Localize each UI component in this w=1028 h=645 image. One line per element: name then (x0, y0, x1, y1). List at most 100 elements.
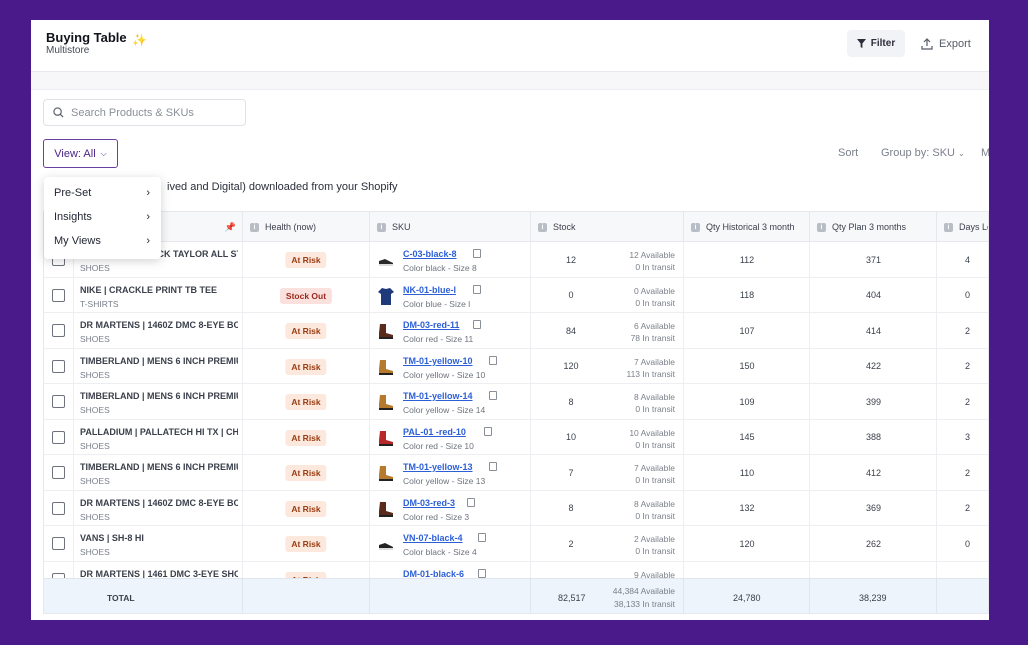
product-thumbnail (379, 395, 393, 410)
th-stock[interactable]: i Stock (530, 212, 683, 242)
menu-item-insights[interactable]: Insights › (44, 205, 161, 229)
qty-plan-cell: 414 (809, 313, 936, 349)
row-checkbox[interactable] (52, 430, 65, 444)
menu-item-my-views[interactable]: My Views › (44, 229, 161, 253)
product-category: T-SHIRTS (80, 298, 119, 309)
product-cell[interactable]: TIMBERLAND | MENS 6 INCH PREMIUM BOOT SHO… (73, 455, 242, 491)
sku-link[interactable]: C-03-black-8 (403, 249, 457, 259)
product-cell[interactable]: NIKE | CRACKLE PRINT TB TEE T-SHIRTS (73, 277, 242, 313)
th-qty-plan[interactable]: i Qty Plan 3 months (809, 212, 936, 242)
sku-cell: PAL-01 -red-10 Color red - Size 10 (369, 419, 530, 455)
transit-count: 113 In transit (626, 368, 675, 379)
product-cell[interactable]: TIMBERLAND | MENS 6 INCH PREMIUM BOOT SHO… (73, 348, 242, 384)
days-left-cell: 2 (936, 313, 988, 349)
product-cell[interactable]: DR MARTENS | 1460Z DMC 8-EYE BOOT SHOES (73, 490, 242, 526)
row-checkbox[interactable] (52, 324, 65, 337)
table-row[interactable]: PALLADIUM | PALLATECH HI TX | CHEVRON SHO… (44, 419, 988, 455)
days-left-value: 2 (965, 467, 971, 478)
copy-icon[interactable] (472, 320, 481, 329)
pin-icon[interactable]: 📌 (225, 222, 236, 233)
chevron-down-icon: ⌄ (958, 149, 965, 158)
copy-icon[interactable] (483, 426, 492, 436)
row-checkbox[interactable] (52, 288, 65, 302)
product-thumbnail (378, 287, 394, 305)
table-row[interactable]: TIMBERLAND | MENS 6 INCH PREMIUM BOOT SHO… (44, 384, 988, 420)
th-label: Days Le (959, 222, 989, 232)
table-row[interactable]: DR MARTENS | 1460Z DMC 8-EYE BOOT SHOES At… (44, 313, 988, 349)
sku-link[interactable]: NK-01-blue-l (403, 285, 456, 295)
row-checkbox[interactable] (52, 395, 65, 408)
th-health[interactable]: i Health (now) (242, 212, 369, 242)
health-badge: At Risk (285, 429, 327, 446)
row-checkbox[interactable] (52, 359, 65, 373)
sku-cell: C-03-black-8 Color black - Size 8 (369, 242, 530, 278)
table-row[interactable]: NIKE | CRACKLE PRINT TB TEE T-SHIRTS Stock… (44, 277, 988, 313)
copy-icon[interactable] (472, 249, 481, 258)
sparkle-icon[interactable]: ✨ (132, 33, 147, 47)
copy-icon[interactable] (489, 355, 497, 365)
table-row[interactable]: CONVERSE | CHUCK TAYLOR ALL STAR LEATHER… (44, 242, 988, 278)
table-row[interactable]: VANS | SH-8 HI SHOES At Risk VN-07-black-4 C… (44, 526, 988, 562)
th-label: Qty Historical 3 month (706, 222, 795, 232)
qty-plan-value: 262 (865, 538, 882, 549)
row-checkbox[interactable] (52, 501, 65, 515)
sku-cell: DM-03-red-3 Color red - Size 3 (369, 490, 530, 526)
copy-icon[interactable] (489, 462, 497, 471)
sku-link[interactable]: DM-03-red-11 (403, 320, 460, 330)
copy-icon[interactable] (472, 284, 481, 294)
qty-hist-cell: 110 (683, 455, 809, 491)
product-cell[interactable]: DR MARTENS | 1460Z DMC 8-EYE BOOT SHOES (73, 313, 242, 349)
group-by-label: Group by: SKU (881, 147, 955, 159)
days-left-value: 2 (965, 325, 971, 336)
view-dropdown-button[interactable]: View: All ⌵ (43, 139, 118, 168)
more-options-truncated[interactable]: M (981, 147, 989, 159)
header-divider-band (31, 72, 989, 90)
row-checkbox[interactable] (52, 537, 65, 550)
copy-icon[interactable] (478, 533, 487, 542)
total-available: 44,384 Available (612, 586, 675, 596)
stock-cell: 120 7 Available 113 In transit (530, 348, 683, 384)
copy-icon[interactable] (489, 391, 497, 400)
search-input[interactable] (71, 106, 231, 119)
copy-icon[interactable] (478, 568, 487, 578)
search-box[interactable] (43, 99, 246, 126)
menu-item-pre-set[interactable]: Pre-Set › (44, 181, 161, 205)
table-row[interactable]: TIMBERLAND | MENS 6 INCH PREMIUM BOOT SHO… (44, 455, 988, 491)
days-left-cell: 2 (936, 348, 988, 384)
sku-link[interactable]: VN-07-black-4 (403, 533, 463, 543)
product-cell[interactable]: PALLADIUM | PALLATECH HI TX | CHEVRON SHO… (73, 419, 242, 455)
sku-link[interactable]: TM-01-yellow-13 (403, 462, 473, 472)
th-qty-historical[interactable]: i Qty Historical 3 month (683, 212, 809, 242)
qty-plan-cell: 388 (809, 419, 936, 455)
group-by-dropdown[interactable]: Group by: SKU ⌄ (881, 147, 965, 159)
th-days-left[interactable]: i Days Le (936, 212, 989, 242)
sku-link[interactable]: DM-01-black-6 (403, 569, 464, 579)
sku-link[interactable]: DM-03-red-3 (403, 498, 455, 508)
product-category: SHOES (80, 405, 110, 415)
menu-item-label: Pre-Set (54, 187, 92, 199)
product-cell[interactable]: TIMBERLAND | MENS 6 INCH PREMIUM BOOT SHO… (73, 384, 242, 420)
days-left-value: 4 (965, 254, 971, 265)
th-sku[interactable]: i SKU (369, 212, 530, 242)
copy-icon[interactable] (467, 497, 476, 507)
product-cell[interactable]: VANS | SH-8 HI SHOES (73, 526, 242, 562)
sku-link[interactable]: TM-01-yellow-14 (403, 391, 473, 401)
sku-link[interactable]: TM-01-yellow-10 (403, 356, 473, 366)
product-category: SHOES (80, 440, 110, 451)
chevron-right-icon: › (146, 187, 150, 199)
qty-hist-value: 120 (739, 538, 755, 549)
sku-link[interactable]: PAL-01 -red-10 (403, 427, 466, 437)
row-checkbox[interactable] (52, 466, 65, 479)
export-button[interactable]: Export (921, 30, 971, 57)
health-badge: At Risk (285, 536, 327, 552)
sort-button[interactable]: Sort (838, 147, 858, 159)
table-row[interactable]: DR MARTENS | 1460Z DMC 8-EYE BOOT SHOES At… (44, 490, 988, 526)
th-label: Stock (553, 222, 576, 232)
transit-count: 78 In transit (630, 333, 675, 343)
table-row[interactable]: TIMBERLAND | MENS 6 INCH PREMIUM BOOT SHO… (44, 348, 988, 384)
qty-hist-value: 110 (739, 467, 755, 478)
health-cell: At Risk (242, 455, 369, 491)
sku-cell: TM-01-yellow-10 Color yellow - Size 10 (369, 348, 530, 384)
filter-button[interactable]: Filter (847, 30, 905, 57)
transit-count: 0 In transit (635, 510, 675, 521)
